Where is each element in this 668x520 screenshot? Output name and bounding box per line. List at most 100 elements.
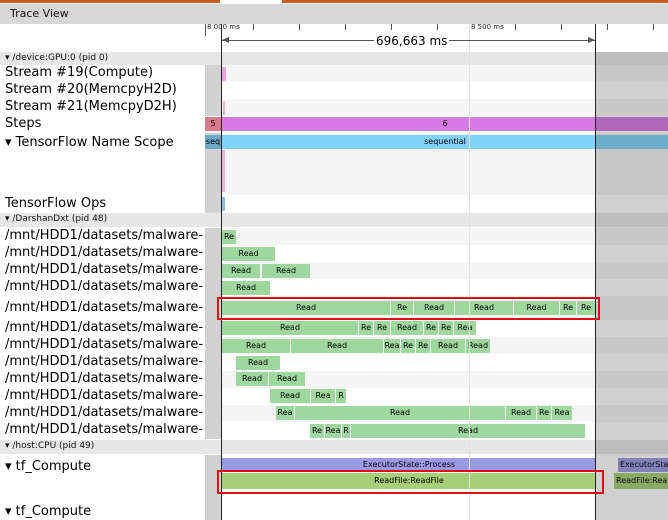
trace-slice[interactable] xyxy=(223,101,225,115)
ruler-left-gutter xyxy=(0,24,205,52)
track-file-5[interactable]: /mnt/HDD1/datasets/malware- Read Re Read… xyxy=(0,296,668,320)
track-label: /mnt/HDD1/datasets/malware- xyxy=(5,371,204,386)
track-file-3[interactable]: /mnt/HDD1/datasets/malware- Read Read xyxy=(0,262,668,279)
track-label: /mnt/HDD1/datasets/malware- xyxy=(5,354,204,369)
read-slice[interactable]: Read xyxy=(236,372,268,386)
track-file-8[interactable]: /mnt/HDD1/datasets/malware- Read xyxy=(0,354,668,371)
scope-slice[interactable]: seq xyxy=(205,135,221,149)
read-slice[interactable]: Read xyxy=(514,301,559,315)
track-label: ▾ TensorFlow Name Scope xyxy=(5,135,174,150)
track-label: /mnt/HDD1/datasets/malware- xyxy=(5,262,204,277)
track-label: TensorFlow Ops xyxy=(5,196,107,211)
track-label: /mnt/HDD1/datasets/malware- xyxy=(5,300,204,315)
read-slice[interactable]: R xyxy=(342,424,350,438)
trace-slice[interactable] xyxy=(222,150,225,192)
process-header-gpu[interactable]: ▾ /device:GPU:0 (pid 0) xyxy=(0,52,668,65)
read-slice[interactable]: Read xyxy=(222,264,260,278)
track-file-4[interactable]: /mnt/HDD1/datasets/malware- Read xyxy=(0,279,668,296)
executor-slice[interactable]: ExecutorStat xyxy=(618,458,668,472)
read-slice[interactable]: Read xyxy=(222,339,290,353)
track-file-12[interactable]: /mnt/HDD1/datasets/malware- Re Rea R Rea… xyxy=(0,422,668,439)
read-slice[interactable]: Read xyxy=(270,389,310,403)
read-slice[interactable]: Read xyxy=(455,301,513,315)
read-slice[interactable]: Re xyxy=(560,301,576,315)
track-label: /mnt/HDD1/datasets/malware- xyxy=(5,279,204,294)
read-slice[interactable]: Rea xyxy=(311,389,335,403)
track-file-11[interactable]: /mnt/HDD1/datasets/malware- Rea Read Rea… xyxy=(0,405,668,422)
selection-end-line[interactable] xyxy=(595,24,596,520)
track-stream-20[interactable]: Stream #20(MemcpyH2D) xyxy=(0,82,668,99)
track-label: Stream #20(MemcpyH2D) xyxy=(5,82,177,97)
read-slice[interactable]: R xyxy=(336,389,346,403)
track-file-2[interactable]: /mnt/HDD1/datasets/malware- Read xyxy=(0,245,668,262)
read-slice[interactable]: Re xyxy=(310,424,324,438)
grid-line xyxy=(469,24,470,520)
read-slice[interactable]: Rea xyxy=(384,339,400,353)
track-tf-ops[interactable]: TensorFlow Ops xyxy=(0,195,668,213)
track-file-6[interactable]: /mnt/HDD1/datasets/malware- Read Re Re R… xyxy=(0,320,668,337)
selection-start-line[interactable] xyxy=(221,24,222,520)
read-slice[interactable]: Re xyxy=(537,406,551,420)
ruler-tick xyxy=(205,24,206,36)
read-slice[interactable]: Read xyxy=(291,339,383,353)
read-slice[interactable]: Read xyxy=(295,406,505,420)
readfile-slice[interactable]: ReadFile:ReadFile xyxy=(222,473,596,489)
read-slice[interactable]: Read xyxy=(269,372,305,386)
ruler-start-label: 8 000 ms xyxy=(207,23,240,31)
read-slice[interactable]: Read xyxy=(506,406,536,420)
read-slice[interactable]: Re xyxy=(416,339,430,353)
track-tf-compute-2[interactable]: ▾ tf_Compute xyxy=(0,496,668,520)
track-file-7[interactable]: /mnt/HDD1/datasets/malware- Read Read Re… xyxy=(0,337,668,354)
read-slice[interactable]: Re xyxy=(391,301,413,315)
read-slice[interactable]: Read xyxy=(236,356,280,370)
read-slice[interactable]: Re xyxy=(222,230,236,244)
track-stream-21[interactable]: Stream #21(MemcpyD2H) xyxy=(0,99,668,116)
track-label: /mnt/HDD1/datasets/malware- xyxy=(5,422,204,437)
read-slice[interactable]: Read xyxy=(391,321,423,335)
process-header-darshan[interactable]: ▾ /DarshanDxt (pid 48) xyxy=(0,213,668,227)
step-slice[interactable]: 6 xyxy=(222,117,668,131)
track-file-9[interactable]: /mnt/HDD1/datasets/malware- Read Read xyxy=(0,371,668,388)
arrow-left-icon xyxy=(222,37,229,43)
process-header-cpu[interactable]: ▾ /host:CPU (pid 49) xyxy=(0,440,668,454)
read-slice[interactable]: Rea xyxy=(325,424,341,438)
track-tf-compute-1[interactable]: ▾ tf_Compute ExecutorState::Process Exec… xyxy=(0,455,668,496)
read-slice[interactable]: Re xyxy=(359,321,373,335)
trace-slice[interactable] xyxy=(222,197,225,211)
read-slice[interactable]: Read xyxy=(414,301,454,315)
track-steps[interactable]: Steps 5 6 xyxy=(0,116,668,133)
read-slice[interactable]: Re xyxy=(424,321,438,335)
track-stream-19[interactable]: Stream #19(Compute) xyxy=(0,65,668,82)
ruler-tick xyxy=(391,24,392,30)
read-slice[interactable]: Rea xyxy=(276,406,294,420)
track-file-1[interactable]: /mnt/HDD1/datasets/malware- Re xyxy=(0,228,668,245)
read-slice[interactable]: Read xyxy=(431,339,465,353)
track-tf-name-scope[interactable]: ▾ TensorFlow Name Scope seq sequential xyxy=(0,133,668,195)
ruler-tick xyxy=(653,24,654,30)
read-slice[interactable]: Read xyxy=(222,281,270,295)
read-slice[interactable]: Read xyxy=(222,301,390,315)
read-slice[interactable]: Read xyxy=(222,321,358,335)
read-slice[interactable]: Re xyxy=(577,301,595,315)
track-file-10[interactable]: /mnt/HDD1/datasets/malware- Read Rea R xyxy=(0,388,668,405)
read-slice[interactable]: Re xyxy=(374,321,390,335)
executor-slice[interactable]: ExecutorState::Process xyxy=(222,458,596,472)
window-title: Trace View xyxy=(10,7,69,20)
scope-slice[interactable]: sequential xyxy=(222,135,668,149)
read-slice[interactable]: Read xyxy=(222,247,275,261)
track-label: Steps xyxy=(5,116,42,131)
step-slice[interactable]: 5 xyxy=(205,117,221,131)
trace-slice[interactable] xyxy=(222,67,226,81)
ruler-tick xyxy=(607,24,608,30)
process-header-label: ▾ /device:GPU:0 (pid 0) xyxy=(5,53,109,63)
ruler-mid-label: 8 500 ms xyxy=(471,23,504,31)
read-slice[interactable]: Re xyxy=(439,321,453,335)
read-slice[interactable]: Rea xyxy=(552,406,572,420)
read-slice[interactable]: Read xyxy=(351,424,585,438)
read-slice[interactable]: Rea xyxy=(454,321,476,335)
readfile-slice[interactable]: ReadFile:Rea xyxy=(614,473,668,489)
ruler-tick xyxy=(515,24,516,30)
read-slice[interactable]: Re xyxy=(401,339,415,353)
read-slice[interactable]: Read xyxy=(262,264,310,278)
ruler-tick xyxy=(561,24,562,30)
